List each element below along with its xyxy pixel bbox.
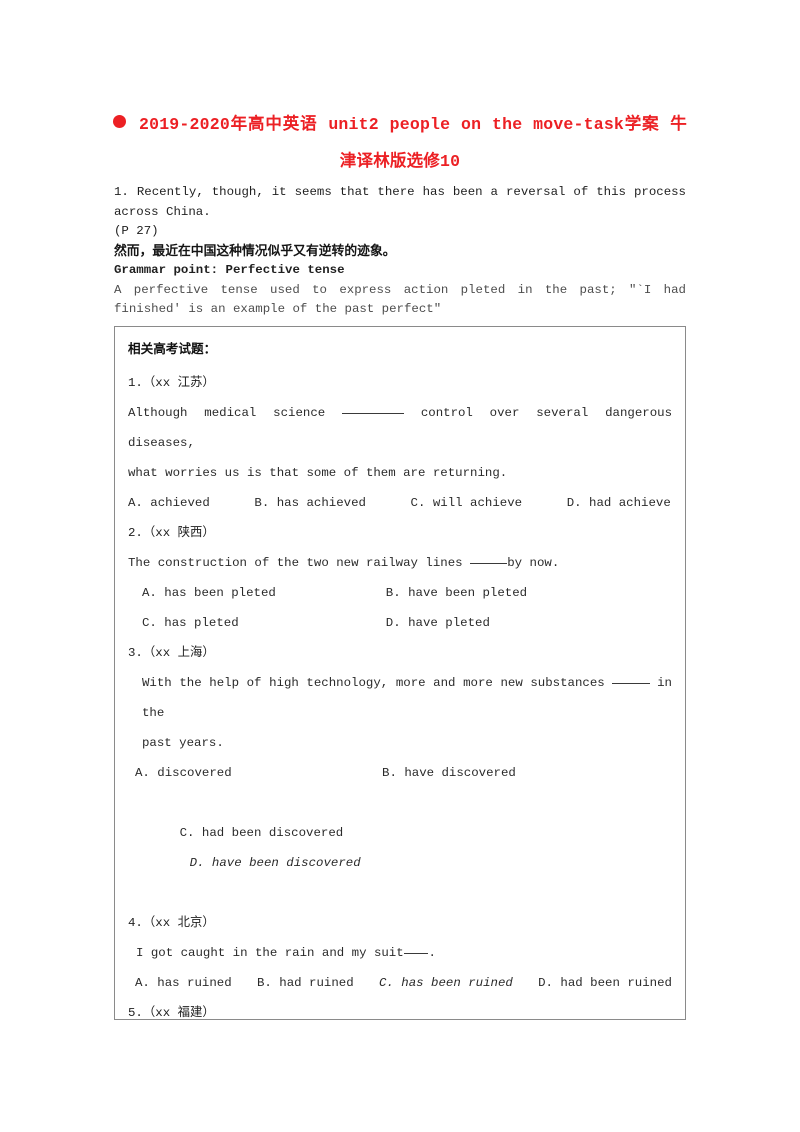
- question-stem-1-line2: what worries us is that some of them are…: [128, 466, 508, 480]
- question-options-2-row1: A. has been pleted B. have been pleted: [128, 578, 672, 608]
- red-bullet-icon: [113, 115, 126, 128]
- fill-in-blank: [470, 563, 508, 564]
- question-stem-3-line2: past years.: [142, 736, 224, 750]
- title-line-1-text: 2019-2020年高中英语 unit2 people on the move-…: [139, 115, 687, 134]
- fill-in-blank: [403, 953, 429, 954]
- question-stem-3-line1: With the help of high technology, more a…: [142, 676, 680, 720]
- question-4-option-a: A. has ruined: [135, 976, 232, 990]
- question-3-option-b: B. have discovered: [382, 766, 516, 780]
- question-stem-1-line1: Although medical science control over se…: [128, 406, 680, 450]
- question-2-option-d: D. have pleted: [385, 616, 490, 630]
- question-number-1: 1.（xx 江苏）: [128, 376, 215, 390]
- page-title: 2019-2020年高中英语 unit2 people on the move-…: [113, 106, 687, 180]
- question-number-2: 2.（xx 陕西）: [128, 526, 215, 540]
- question-options-2-row2: C. has pleted D. have pleted: [128, 608, 672, 638]
- intro-sentence-cn: 然而，最近在中国这种情况似乎又有逆转的迹象。: [114, 243, 396, 259]
- title-line-1: 2019-2020年高中英语 unit2 people on the move-…: [113, 106, 687, 143]
- fill-in-blank: [612, 683, 650, 684]
- question-number-5: 5.（xx 福建）: [128, 1006, 215, 1020]
- question-options-1: A. achieved B. has achieved C. will achi…: [128, 496, 671, 510]
- question-4-option-b: B. had ruined: [256, 976, 354, 990]
- question-number-3: 3.（xx 上海）: [128, 646, 215, 660]
- question-3-option-c: C. had been discovered: [179, 826, 344, 840]
- question-options-3-row1: A. discovered B. have discovered: [128, 758, 672, 788]
- question-options-3-row2: C. had been discovered D. have been disc…: [128, 788, 672, 908]
- exercise-box: 相关高考试题： 1.（xx 江苏） Although medical scien…: [114, 326, 686, 1020]
- exercise-box-heading: 相关高考试题：: [128, 341, 217, 356]
- document-page: 2019-2020年高中英语 unit2 people on the move-…: [0, 0, 800, 1132]
- grammar-point-body: A perfective tense used to express actio…: [114, 282, 694, 317]
- title-line-2: 津译林版选修10: [339, 152, 461, 171]
- grammar-point-heading: Grammar point: Perfective tense: [114, 263, 345, 277]
- question-3-option-a: A. discovered: [135, 766, 232, 780]
- intro-block: 1. Recently, though, it seems that there…: [114, 183, 686, 320]
- question-options-4: A. has ruined B. had ruined C. has been …: [128, 968, 672, 998]
- intro-page-ref: (P 27): [114, 224, 159, 238]
- question-2-option-c: C. has pleted: [142, 616, 239, 630]
- intro-sentence-en: 1. Recently, though, it seems that there…: [114, 185, 694, 219]
- question-2-option-a: A. has been pleted: [142, 586, 276, 600]
- question-number-4: 4.（xx 北京）: [128, 916, 215, 930]
- question-3-option-d: D. have been discovered: [189, 856, 361, 870]
- question-stem-4: I got caught in the rain and my suit.: [136, 946, 436, 960]
- question-4-option-d: D. had been ruined: [538, 976, 672, 990]
- question-4-option-c: C. has been ruined: [378, 976, 513, 990]
- fill-in-blank: [342, 413, 405, 414]
- question-stem-2: The construction of the two new railway …: [128, 556, 560, 570]
- question-2-option-b: B. have been pleted: [385, 586, 528, 600]
